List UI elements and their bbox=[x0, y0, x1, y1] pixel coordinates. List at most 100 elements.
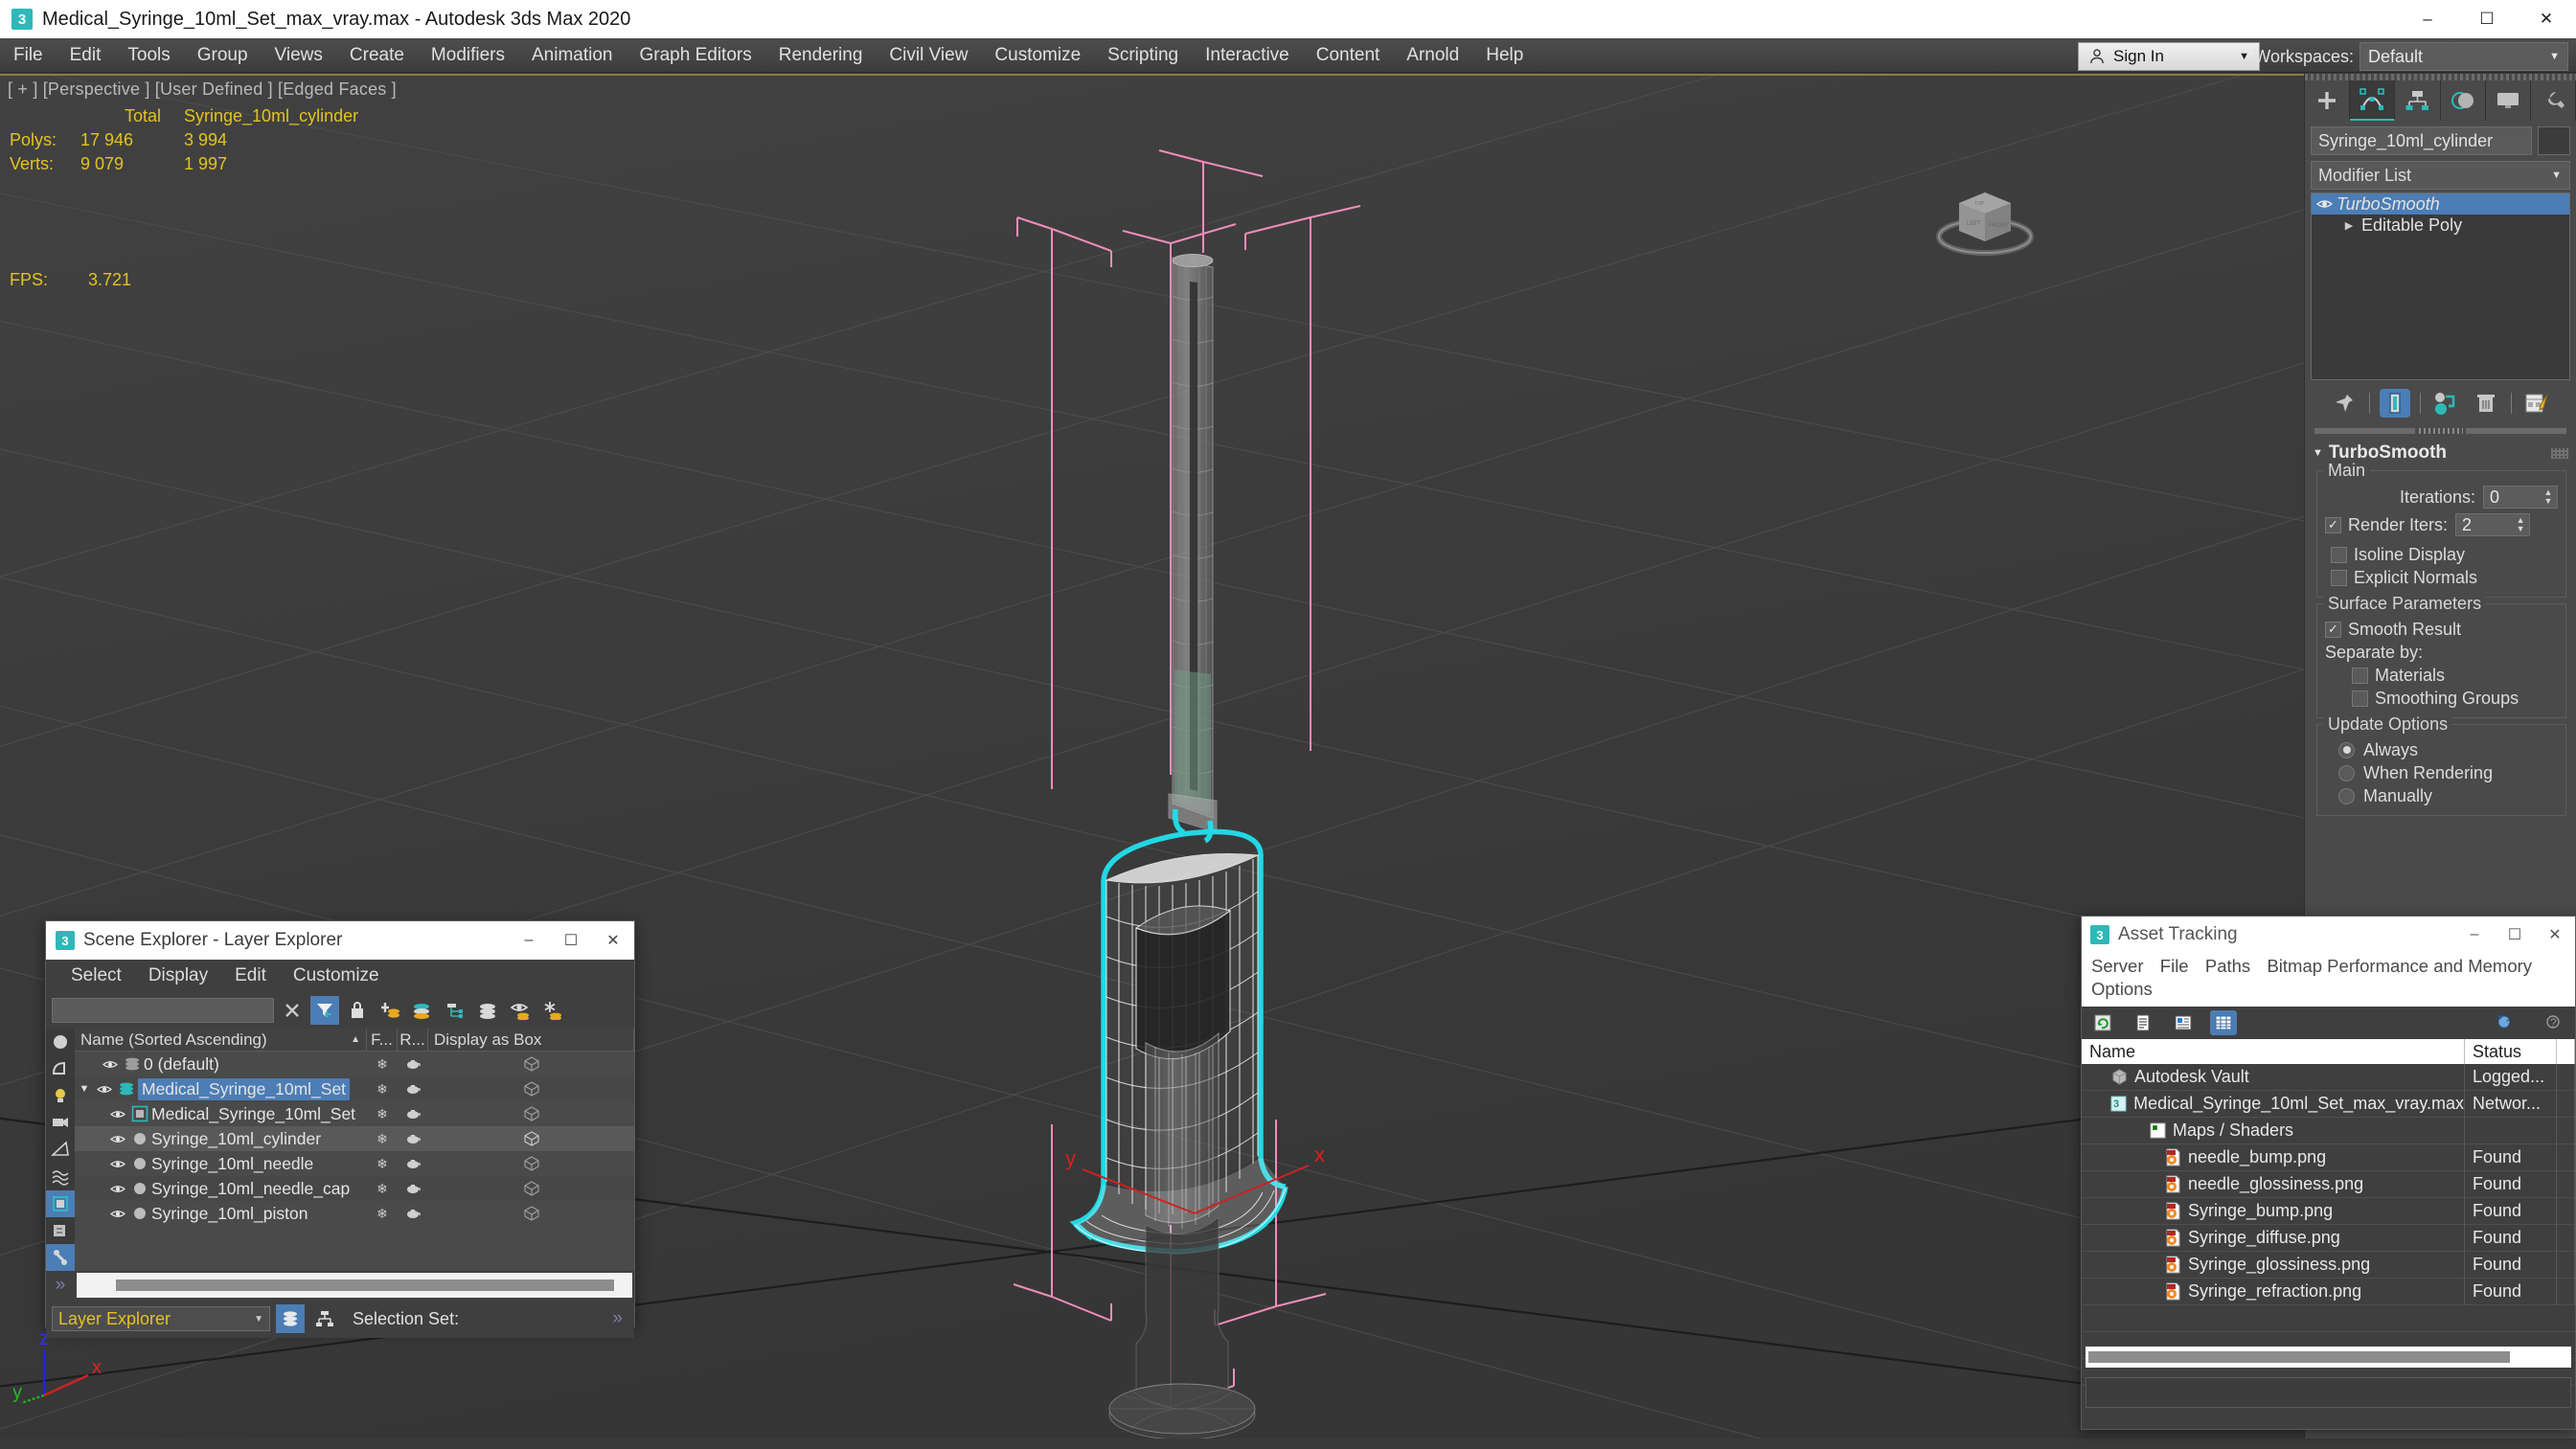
add-help-button[interactable]: ? bbox=[2493, 1010, 2519, 1035]
table-row[interactable]: Syringe_bump.png Found bbox=[2082, 1197, 2575, 1225]
table-row[interactable]: needle_bump.png Found bbox=[2082, 1143, 2575, 1171]
render-iters-spinner[interactable]: 2 ▲ ▼ bbox=[2455, 513, 2531, 536]
materials-checkbox[interactable] bbox=[2352, 667, 2368, 684]
menu-arnold[interactable]: Arnold bbox=[1393, 38, 1472, 73]
close-button[interactable]: ✕ bbox=[2517, 0, 2576, 38]
scene-explorer-close-button[interactable]: ✕ bbox=[592, 921, 634, 960]
eye-icon[interactable] bbox=[107, 1134, 128, 1144]
horizontal-scrollbar[interactable] bbox=[77, 1273, 632, 1298]
collapse-arrow-icon[interactable]: ▼ bbox=[75, 1083, 94, 1095]
expand-footer-button[interactable]: » bbox=[612, 1308, 628, 1329]
xrefs-filter[interactable] bbox=[46, 1217, 75, 1244]
snowflake-icon[interactable]: ❄ bbox=[367, 1056, 398, 1073]
detail-view-button[interactable] bbox=[2170, 1010, 2197, 1035]
object-name-field[interactable]: Syringe_10ml_cylinder bbox=[2311, 126, 2532, 155]
expand-arrow-icon[interactable]: ▶ bbox=[2337, 219, 2361, 232]
snowflake-icon[interactable]: ❄ bbox=[367, 1181, 398, 1197]
table-row[interactable]: Syringe_10ml_needle_cap ❄ bbox=[75, 1176, 634, 1201]
box-icon[interactable] bbox=[428, 1081, 634, 1097]
viewport-label[interactable]: [ + ] [Perspective ] [User Defined ] [Ed… bbox=[8, 79, 397, 100]
modify-tab[interactable] bbox=[2350, 80, 2396, 121]
groups-filter[interactable] bbox=[46, 1189, 75, 1217]
se-menu-customize[interactable]: Customize bbox=[280, 965, 393, 986]
hide-button[interactable] bbox=[506, 996, 535, 1025]
update-always-row[interactable]: Always bbox=[2325, 738, 2558, 761]
isoline-display-row[interactable]: Isoline Display bbox=[2325, 543, 2558, 566]
maximize-button[interactable]: ☐ bbox=[2457, 0, 2517, 38]
table-row[interactable]: Autodesk Vault Logged... bbox=[2082, 1063, 2575, 1091]
help-button[interactable]: ? bbox=[2541, 1010, 2567, 1035]
explorer-mode-dropdown[interactable]: Layer Explorer ▼ bbox=[52, 1306, 270, 1331]
eye-icon[interactable] bbox=[107, 1109, 128, 1120]
table-row[interactable]: Syringe_10ml_needle ❄ bbox=[75, 1151, 634, 1176]
menu-edit[interactable]: Edit bbox=[57, 38, 115, 73]
configure-modifier-sets-button[interactable] bbox=[2521, 389, 2552, 418]
isoline-display-checkbox[interactable] bbox=[2331, 546, 2347, 563]
asset-tracking-window[interactable]: 3 Asset Tracking – ☐ ✕ Server File Paths… bbox=[2081, 916, 2576, 1430]
box-icon[interactable] bbox=[428, 1106, 634, 1121]
create-tab[interactable] bbox=[2305, 80, 2351, 121]
spinner-arrows-icon[interactable]: ▲ ▼ bbox=[2512, 514, 2529, 535]
column-status[interactable]: Status bbox=[2465, 1039, 2557, 1064]
eye-icon[interactable] bbox=[94, 1084, 115, 1095]
select-to-layer-button[interactable] bbox=[408, 996, 437, 1025]
menu-civil-view[interactable]: Civil View bbox=[876, 38, 981, 73]
menu-help[interactable]: Help bbox=[1472, 38, 1537, 73]
box-icon[interactable] bbox=[428, 1206, 634, 1221]
menu-scripting[interactable]: Scripting bbox=[1094, 38, 1192, 73]
column-render[interactable]: R... bbox=[398, 1029, 428, 1052]
spinner-arrows-icon[interactable]: ▲ ▼ bbox=[2540, 487, 2557, 508]
bones-filter[interactable] bbox=[46, 1243, 75, 1271]
teapot-icon[interactable] bbox=[398, 1208, 428, 1219]
utilities-tab[interactable] bbox=[2530, 80, 2576, 121]
display-tab[interactable] bbox=[2485, 80, 2531, 121]
table-row[interactable]: needle_glossiness.png Found bbox=[2082, 1170, 2575, 1198]
column-frozen[interactable]: F... bbox=[367, 1029, 398, 1052]
box-icon[interactable] bbox=[428, 1156, 634, 1171]
at-menu-bitmap-performance[interactable]: Bitmap Performance and Memory bbox=[2267, 955, 2543, 978]
table-row[interactable]: Syringe_10ml_piston ❄ bbox=[75, 1201, 634, 1226]
grid-view-button[interactable] bbox=[2210, 1010, 2237, 1035]
menu-tools[interactable]: Tools bbox=[114, 38, 183, 73]
hierarchy-explorer-toggle[interactable] bbox=[310, 1304, 339, 1333]
eye-icon[interactable] bbox=[100, 1059, 121, 1070]
menu-views[interactable]: Views bbox=[262, 38, 336, 73]
column-name[interactable]: Name (Sorted Ascending) ▲ bbox=[75, 1029, 367, 1052]
box-icon[interactable] bbox=[428, 1056, 634, 1072]
update-when-rendering-row[interactable]: When Rendering bbox=[2325, 761, 2558, 784]
menu-content[interactable]: Content bbox=[1303, 38, 1394, 73]
workspaces-dropdown[interactable]: Default ▼ bbox=[2359, 42, 2568, 71]
scene-explorer-minimize-button[interactable]: – bbox=[508, 921, 550, 960]
explicit-normals-row[interactable]: Explicit Normals bbox=[2325, 566, 2558, 589]
eye-icon[interactable] bbox=[107, 1184, 128, 1194]
list-view-button[interactable] bbox=[2130, 1010, 2156, 1035]
table-row[interactable]: Syringe_glossiness.png Found bbox=[2082, 1251, 2575, 1279]
table-row[interactable]: ▼ Medical_Syringe_10ml_Set ❄ bbox=[75, 1076, 634, 1101]
snowflake-icon[interactable]: ❄ bbox=[367, 1131, 398, 1147]
object-color-swatch[interactable] bbox=[2538, 126, 2570, 155]
modifier-stack-item-turbosmooth[interactable]: TurboSmooth bbox=[2312, 193, 2569, 215]
menu-graph-editors[interactable]: Graph Editors bbox=[627, 38, 765, 73]
materials-row[interactable]: Materials bbox=[2325, 664, 2558, 687]
expand-sidebar-button[interactable]: » bbox=[46, 1271, 75, 1300]
box-icon[interactable] bbox=[428, 1131, 634, 1146]
eye-icon[interactable] bbox=[2312, 198, 2337, 210]
se-menu-display[interactable]: Display bbox=[135, 965, 221, 986]
table-row[interactable]: Syringe_10ml_cylinder ❄ bbox=[75, 1126, 634, 1151]
scene-explorer-maximize-button[interactable]: ☐ bbox=[550, 921, 592, 960]
asset-tracking-close-button[interactable]: ✕ bbox=[2535, 917, 2575, 953]
menu-create[interactable]: Create bbox=[336, 38, 418, 73]
eye-icon[interactable] bbox=[107, 1209, 128, 1219]
lock-button[interactable] bbox=[343, 996, 372, 1025]
smooth-result-checkbox[interactable]: ✓ bbox=[2325, 621, 2341, 638]
pin-stack-button[interactable] bbox=[2329, 389, 2359, 418]
explicit-normals-checkbox[interactable] bbox=[2331, 569, 2347, 586]
layer-explorer-toggle[interactable] bbox=[276, 1304, 305, 1333]
menu-modifiers[interactable]: Modifiers bbox=[418, 38, 518, 73]
modifier-list-dropdown[interactable]: Modifier List ▼ bbox=[2311, 161, 2570, 190]
menu-customize[interactable]: Customize bbox=[981, 38, 1094, 73]
column-name[interactable]: Name bbox=[2082, 1039, 2465, 1064]
search-input[interactable] bbox=[52, 998, 274, 1023]
smooth-result-row[interactable]: ✓ Smooth Result bbox=[2325, 618, 2558, 641]
menu-rendering[interactable]: Rendering bbox=[765, 38, 877, 73]
